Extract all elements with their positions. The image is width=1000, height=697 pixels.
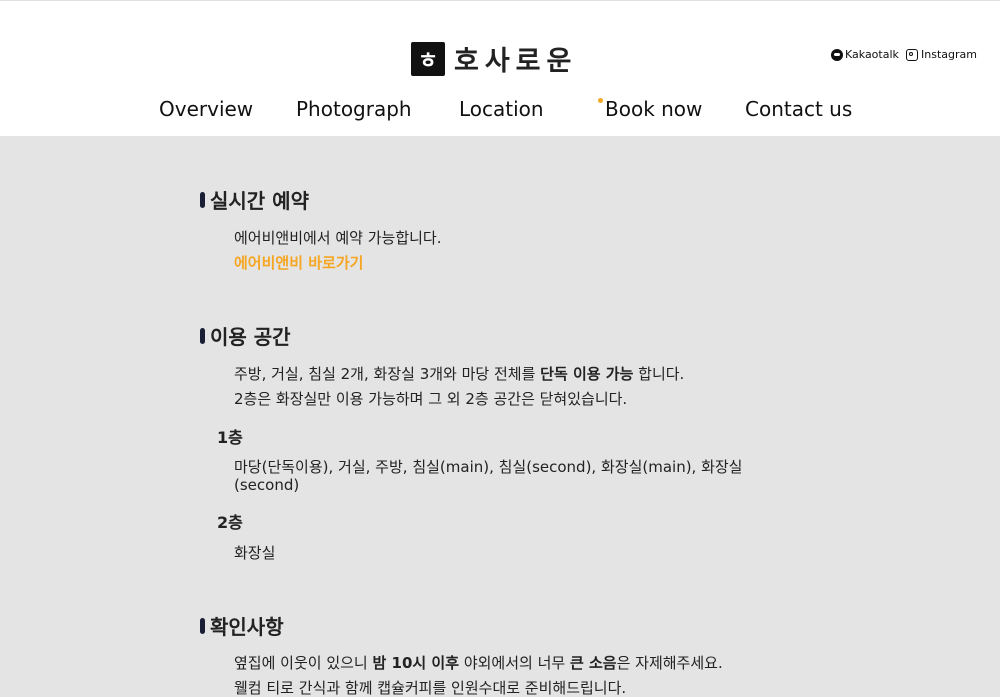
title-bar — [200, 327, 205, 344]
active-dot — [598, 98, 603, 103]
space-line-1: 주방, 거실, 침실 2개, 화장실 3개와 마당 전체를 단독 이용 가능 합… — [234, 365, 684, 383]
space-line-1-pre: 주방, 거실, 침실 2개, 화장실 3개와 마당 전체를 — [234, 365, 541, 383]
kakaotalk-link[interactable]: Kakaotalk — [831, 48, 899, 61]
airbnb-link[interactable]: 에어비앤비 바로가기 — [234, 254, 363, 272]
nav-overview[interactable]: Overview — [159, 97, 253, 121]
notice-line-1-a: 옆집에 이웃이 있으니 — [234, 654, 373, 672]
notice-line-1-d: 큰 소음 — [569, 654, 617, 672]
notice-line-2: 웰컴 티로 간식과 함께 캡슐커피를 인원수대로 준비해드립니다. — [234, 679, 627, 697]
notice-title: 확인사항 — [200, 611, 284, 640]
reservation-title-text: 실시간 예약 — [210, 189, 309, 213]
nav-photograph[interactable]: Photograph — [296, 97, 412, 121]
nav-location[interactable]: Location — [459, 97, 544, 121]
instagram-label: Instagram — [921, 48, 977, 61]
notice-title-text: 확인사항 — [210, 615, 284, 639]
title-bar — [200, 617, 205, 634]
space-title-text: 이용 공간 — [210, 325, 291, 349]
notice-line-1-b: 밤 10시 이후 — [372, 654, 460, 672]
logo-text: 호사로운 — [454, 46, 578, 77]
reservation-desc: 에어비앤비에서 예약 가능합니다. — [234, 229, 442, 247]
kakaotalk-icon — [831, 48, 843, 61]
logo[interactable]: ㅎ 호사로운 — [411, 39, 577, 78]
site-header: ㅎ 호사로운 Kakaotalk Instagram Overview Phot… — [0, 0, 1000, 136]
notice-line-1-e: 은 자제해주세요. — [616, 654, 723, 672]
logo-mark: ㅎ — [411, 41, 445, 76]
instagram-link[interactable]: Instagram — [906, 48, 977, 61]
notice-line-1-c: 야외에서의 너무 — [459, 654, 570, 672]
floor-1-desc: 마당(단독이용), 거실, 주방, 침실(main), 침실(second), … — [234, 458, 743, 494]
space-line-2: 2층은 화장실만 이용 가능하며 그 외 2층 공간은 닫혀있습니다. — [234, 390, 628, 408]
nav-contact-us[interactable]: Contact us — [745, 97, 852, 121]
kakaotalk-label: Kakaotalk — [845, 48, 899, 61]
space-line-1-post: 합니다. — [633, 365, 685, 383]
nav-book-now-label: Book now — [605, 97, 703, 121]
space-line-1-bold: 단독 이용 가능 — [540, 365, 634, 383]
floor-2-desc: 화장실 — [234, 544, 276, 562]
nav-book-now[interactable]: Book now — [598, 97, 703, 121]
floor-2-label: 2층 — [217, 513, 243, 532]
space-title: 이용 공간 — [200, 321, 291, 350]
floor-1-label: 1층 — [217, 428, 243, 447]
instagram-icon — [906, 48, 918, 61]
title-bar — [200, 191, 205, 208]
reservation-title: 실시간 예약 — [200, 185, 309, 214]
notice-line-1: 옆집에 이웃이 있으니 밤 10시 이후 야외에서의 너무 큰 소음은 자제해주… — [234, 654, 723, 672]
